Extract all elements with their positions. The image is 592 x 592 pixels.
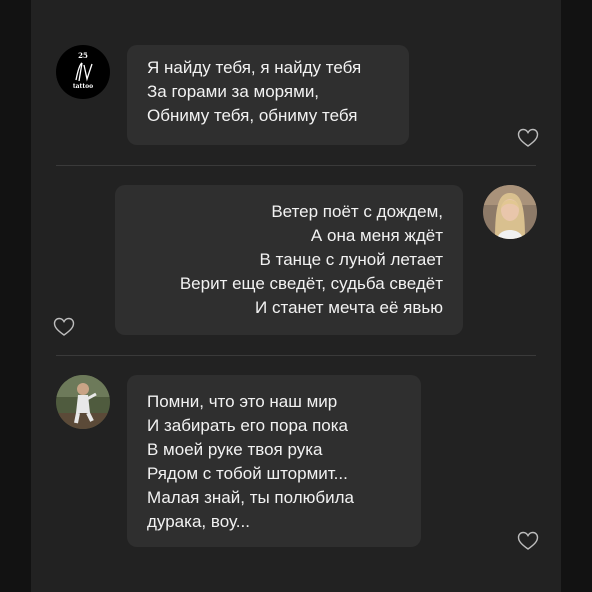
heart-outline-icon[interactable] (517, 531, 539, 551)
message-line: Верит еще сведёт, судьба сведёт (179, 274, 443, 293)
avatar-user-photo[interactable] (483, 185, 537, 239)
divider (56, 165, 536, 166)
message-bubble: Я найду тебя, я найду тебя За горами за … (127, 45, 409, 145)
message-line: Ветер поёт с дождем, (271, 202, 443, 221)
message-line: И забирать его пора пока (147, 416, 349, 435)
message-line: За горами за морями, (147, 82, 320, 101)
logo-monogram-icon (75, 62, 93, 82)
person-photo-icon (56, 375, 110, 429)
divider (56, 355, 536, 356)
message-line: В танце с луной летает (259, 250, 443, 269)
message-line: В моей руке твоя рука (147, 440, 323, 459)
heart-outline-icon[interactable] (53, 317, 75, 337)
message-line: Помни, что это наш мир (147, 392, 338, 411)
message-line: Рядом с тобой штормит... (147, 464, 348, 483)
message-bubble: Помни, что это наш мир И забирать его по… (127, 375, 421, 547)
message-line: Я найду тебя, я найду тебя (147, 58, 362, 77)
heart-outline-icon[interactable] (517, 128, 539, 148)
message-line: дурака, воу... (147, 512, 250, 531)
message-bubble: Ветер поёт с дождем, А она меня ждёт В т… (115, 185, 463, 335)
person-photo-icon (483, 185, 537, 239)
message-line: А она меня ждёт (310, 226, 443, 245)
message-line: Малая знай, ты полюбила (147, 488, 354, 507)
logo-word: tattoo (72, 83, 94, 90)
avatar-user-photo[interactable] (56, 375, 110, 429)
logo-number: 25 (78, 51, 88, 60)
avatar-tattoo-logo[interactable]: 25 tattoo (56, 45, 110, 99)
message-line: И станет мечта её явью (255, 298, 443, 317)
message-line: Обниму тебя, обниму тебя (147, 106, 358, 125)
